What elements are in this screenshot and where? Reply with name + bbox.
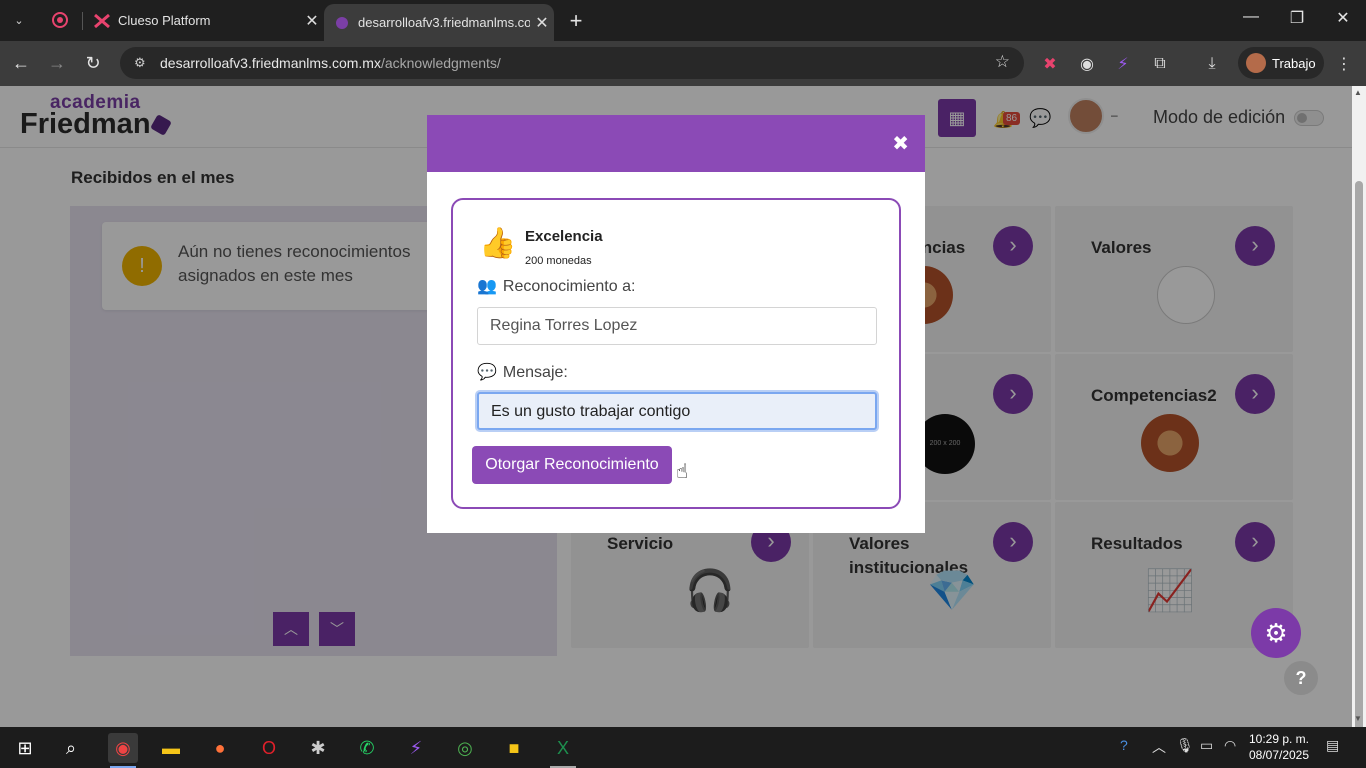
tab-close-icon[interactable]: ✕ <box>300 11 324 31</box>
modal-header: ✖ <box>427 115 925 172</box>
scroll-down-arrow-icon[interactable]: ▼ <box>1354 714 1362 723</box>
tab-title: desarrolloafv3.friedmanlms.com <box>358 15 530 30</box>
new-tab-icon[interactable]: + <box>564 8 588 34</box>
app-icon[interactable]: ✱ <box>303 733 333 763</box>
chrome-profile-icon[interactable]: ◉ <box>108 733 138 768</box>
close-icon[interactable]: ✖ <box>892 131 909 156</box>
tray-chevron-icon[interactable]: ︿ <box>1152 737 1166 757</box>
recognition-modal: ✖ 👍 Excelencia 200 monedas 👥 Reconocimien… <box>427 115 925 533</box>
wifi-icon[interactable]: ◠ <box>1224 737 1236 754</box>
browser-menu-icon[interactable]: ⋮ <box>1332 52 1356 76</box>
award-name: Excelencia <box>525 228 603 245</box>
reload-icon[interactable]: ↻ <box>80 51 106 77</box>
windows-taskbar: ⊞ ⌕ ◉ ▬ ● O ✱ ✆ ⚡ ◎ ■ X ? ︿ 🎙 ▭ ◠ 10:29 … <box>0 727 1366 768</box>
record-icon[interactable] <box>52 12 68 28</box>
stars-thumbs-up-icon: 👍 <box>479 227 517 260</box>
mouse-cursor-icon: ☝ <box>676 461 689 483</box>
whatsapp-icon[interactable]: ✆ <box>352 733 382 763</box>
extensions-puzzle-icon[interactable]: ⧉ <box>1148 52 1172 76</box>
file-explorer-icon[interactable]: ▬ <box>156 733 186 763</box>
tab-friedman[interactable]: desarrolloafv3.friedmanlms.com ✕ <box>324 4 554 41</box>
forward-icon[interactable]: → <box>44 51 70 77</box>
comment-icon: 💬 <box>477 364 497 381</box>
excel-icon[interactable]: X <box>548 733 578 768</box>
page-scrollbar[interactable]: ▲ ▼ <box>1352 86 1366 731</box>
profile-button[interactable]: Trabajo <box>1238 47 1324 79</box>
page: academia Friedman ▦ 🔔 86 💬 – Modo de edi… <box>0 86 1352 727</box>
tab-close-icon[interactable]: ✕ <box>530 13 554 33</box>
back-icon[interactable]: ← <box>8 51 34 77</box>
windows-start-icon[interactable]: ⊞ <box>10 733 40 763</box>
gear-icon: ⚙ <box>1264 618 1288 648</box>
message-label: 💬 Mensaje: <box>477 364 568 381</box>
tab-separator <box>82 12 83 30</box>
recipient-label: 👥 Reconocimiento a: <box>477 278 636 295</box>
browser-toolbar: ← → ↻ ⚙ desarrolloafv3.friedmanlms.com.m… <box>0 41 1366 86</box>
sticky-notes-icon[interactable]: ■ <box>499 733 529 763</box>
help-tray-icon[interactable]: ? <box>1120 737 1128 753</box>
search-icon[interactable]: ⌕ <box>56 733 86 763</box>
profile-label: Trabajo <box>1272 55 1316 71</box>
tab-title: Clueso Platform <box>118 13 211 28</box>
tab-clueso[interactable]: Clueso Platform ✕ <box>84 0 324 41</box>
scroll-up-arrow-icon[interactable]: ▲ <box>1354 88 1362 97</box>
message-field[interactable]: Es un gusto trabajar contigo <box>477 392 877 430</box>
microphone-icon[interactable]: 🎙 <box>1176 737 1194 754</box>
help-button[interactable]: ? <box>1284 661 1318 695</box>
system-clock[interactable]: 10:29 p. m. 08/07/2025 <box>1248 731 1310 763</box>
tab-search-icon[interactable]: ⌄ <box>6 8 32 32</box>
friedman-favicon-icon <box>336 16 348 29</box>
recognition-form: 👍 Excelencia 200 monedas 👥 Reconocimiento… <box>451 198 901 509</box>
url-text: desarrolloafv3.friedmanlms.com.mx/acknow… <box>160 55 501 71</box>
opera-icon[interactable]: O <box>254 733 284 763</box>
minimize-icon[interactable]: — <box>1236 8 1266 26</box>
notifications-icon[interactable]: ▤ <box>1326 737 1339 754</box>
recipient-field[interactable]: Regina Torres Lopez <box>477 307 877 345</box>
site-info-icon[interactable]: ⚙ <box>134 55 152 71</box>
award-coins: 200 monedas <box>525 255 592 267</box>
lightning-extension-icon[interactable]: ⚡ <box>1111 52 1135 76</box>
lightning-app-icon[interactable]: ⚡ <box>401 733 431 763</box>
clueso-extension-icon[interactable]: ✖ <box>1038 52 1062 76</box>
chrome-icon[interactable]: ◎ <box>450 733 480 763</box>
browser-tabbar: ⌄ Clueso Platform ✕ desarrolloafv3.fried… <box>0 0 1366 41</box>
camera-extension-icon[interactable]: ◉ <box>1075 52 1099 76</box>
restore-icon[interactable]: ❐ <box>1282 8 1312 28</box>
clueso-favicon-icon <box>94 13 110 28</box>
users-icon: 👥 <box>477 278 497 295</box>
question-icon: ? <box>1295 668 1307 688</box>
address-bar[interactable]: ⚙ desarrolloafv3.friedmanlms.com.mx/ackn… <box>120 47 1024 79</box>
battery-icon[interactable]: ▭ <box>1200 737 1213 754</box>
scroll-thumb[interactable] <box>1355 181 1363 731</box>
settings-fab[interactable]: ⚙ <box>1251 608 1301 658</box>
grant-recognition-button[interactable]: Otorgar Reconocimiento <box>472 446 672 484</box>
download-icon[interactable]: ⤓ <box>1200 52 1224 76</box>
bookmark-star-icon[interactable]: ☆ <box>995 52 1010 72</box>
profile-avatar <box>1246 53 1266 73</box>
window-close-icon[interactable]: ✕ <box>1328 8 1358 28</box>
firefox-icon[interactable]: ● <box>205 733 235 763</box>
